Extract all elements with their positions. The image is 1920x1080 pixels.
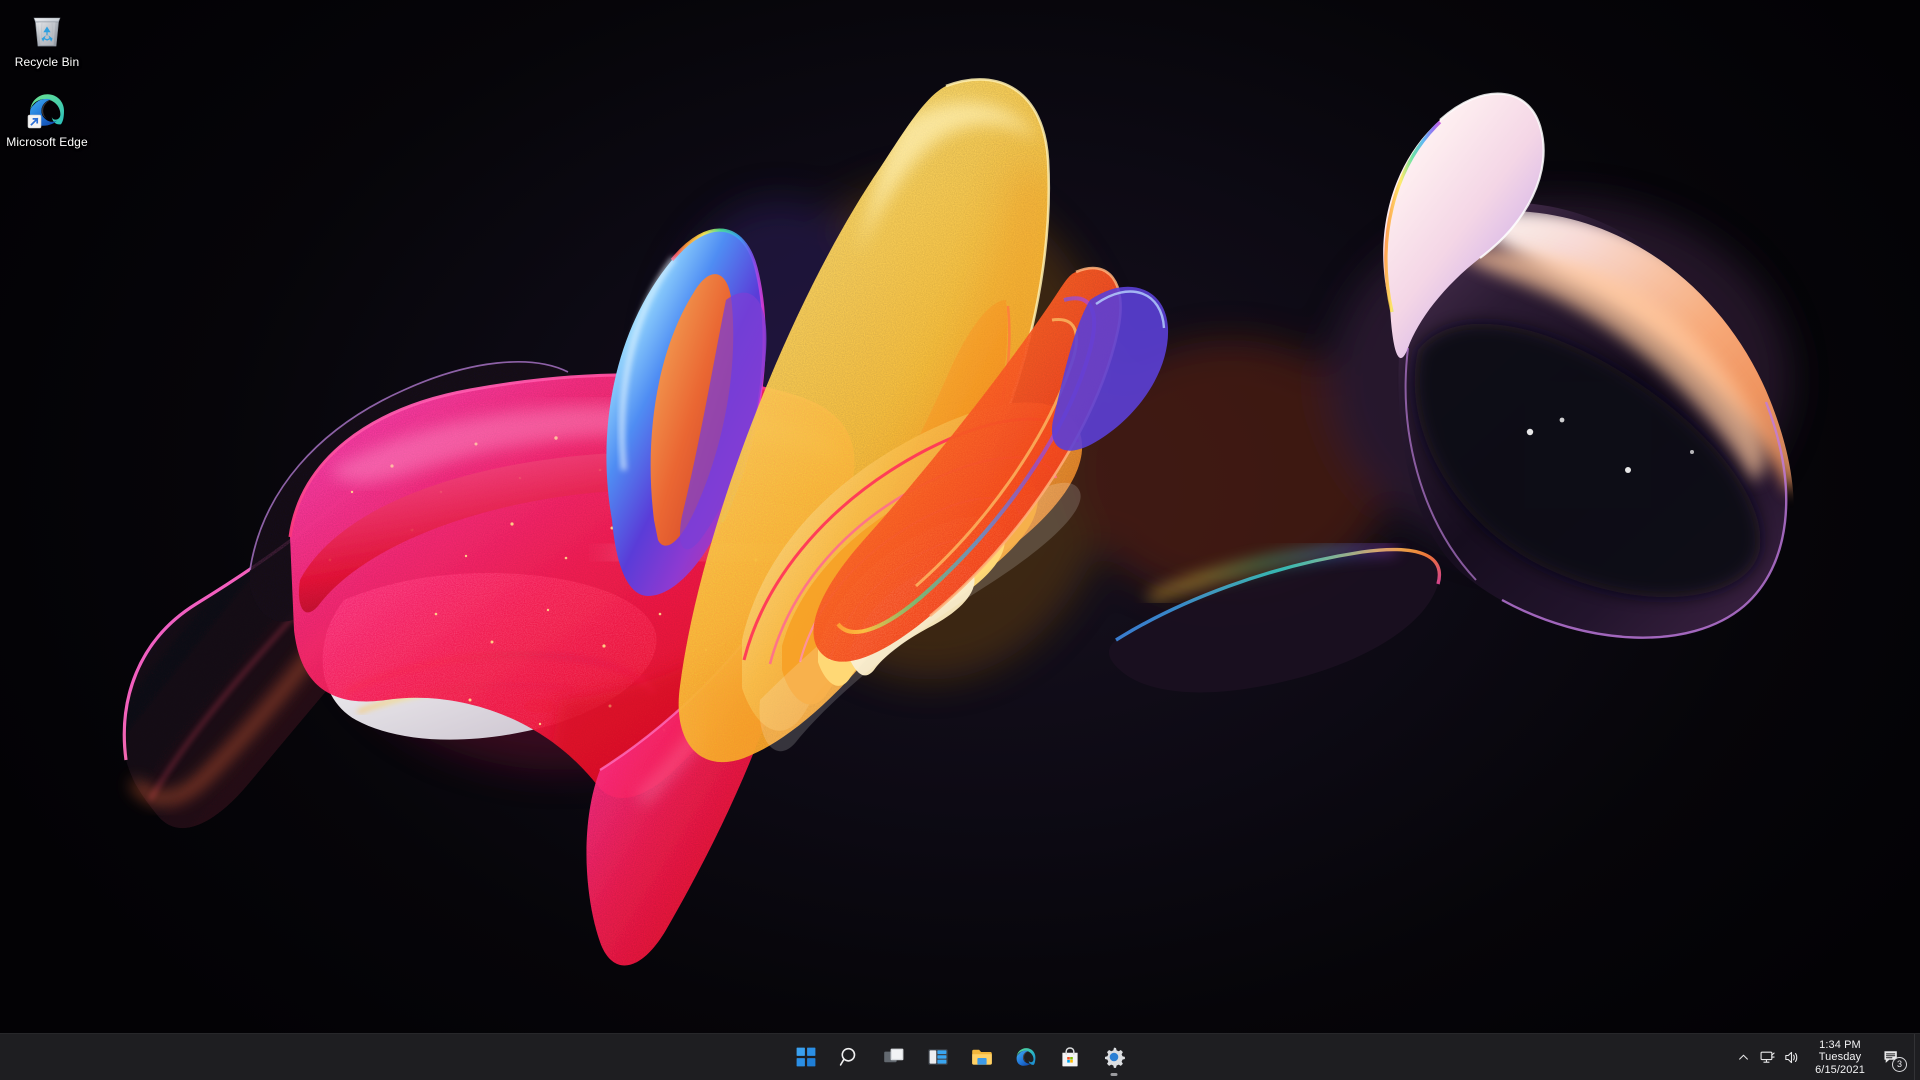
desktop-icon-microsoft-edge[interactable]: Microsoft Edge [2,84,92,152]
show-desktop-button[interactable] [1914,1034,1920,1080]
recycle-bin-icon [25,8,69,52]
gear-icon [1105,1047,1125,1068]
edge-icon [1016,1048,1036,1066]
taskbar-running-indicator [1110,1073,1118,1076]
volume-button[interactable] [1780,1047,1802,1069]
taskbar-button-settings[interactable] [1092,1037,1136,1077]
wallpaper-artwork [122,78,1794,966]
windows-logo-icon [796,1047,816,1067]
folder-icon [972,1049,992,1065]
desktop-icon-label: Microsoft Edge [6,135,88,149]
edge-icon [25,88,69,132]
speaker-icon [1784,1051,1797,1064]
taskbar-button-widgets[interactable] [916,1037,960,1077]
taskbar[interactable]: 1:34 PM Tuesday 6/15/2021 3 [0,1033,1920,1080]
network-button[interactable] [1756,1047,1778,1069]
taskbar-button-start[interactable] [784,1037,828,1077]
desktop[interactable]: Recycle Bin Microsoft Edge 1:34 PM Tuesd… [0,0,1920,1080]
taskbar-system-tray: 1:34 PM Tuesday 6/15/2021 3 [1726,1034,1920,1080]
widgets-icon [928,1049,948,1065]
tray-icons-group[interactable] [1726,1038,1806,1078]
network-monitor-icon [1760,1051,1775,1063]
notification-count-badge: 3 [1892,1056,1907,1072]
taskbar-clock[interactable]: 1:34 PM Tuesday 6/15/2021 [1806,1036,1874,1080]
search-icon [839,1047,856,1066]
clock-date: 6/15/2021 [1815,1063,1865,1076]
taskbar-button-search[interactable] [828,1037,872,1077]
desktop-icon-grid: Recycle Bin Microsoft Edge [0,4,110,164]
show-hidden-icons-button[interactable] [1732,1047,1754,1069]
clock-time: 1:34 PM [1819,1038,1861,1051]
notifications-button[interactable]: 3 [1874,1038,1908,1078]
taskbar-center-group [784,1034,1136,1080]
taskbar-button-file-explorer[interactable] [960,1037,1004,1077]
taskbar-button-edge[interactable] [1004,1037,1048,1077]
task-view-icon [884,1048,904,1063]
wallpaper-image [0,0,1920,1080]
desktop-icon-recycle-bin[interactable]: Recycle Bin [2,4,92,72]
taskbar-button-store[interactable] [1048,1037,1092,1077]
store-bag-icon [1062,1047,1078,1067]
desktop-icon-label: Recycle Bin [14,55,80,69]
shortcut-arrow-overlay [27,114,42,129]
taskbar-button-task-view[interactable] [872,1037,916,1077]
clock-day: Tuesday [1818,1051,1862,1064]
chevron-up-icon [1738,1054,1748,1060]
